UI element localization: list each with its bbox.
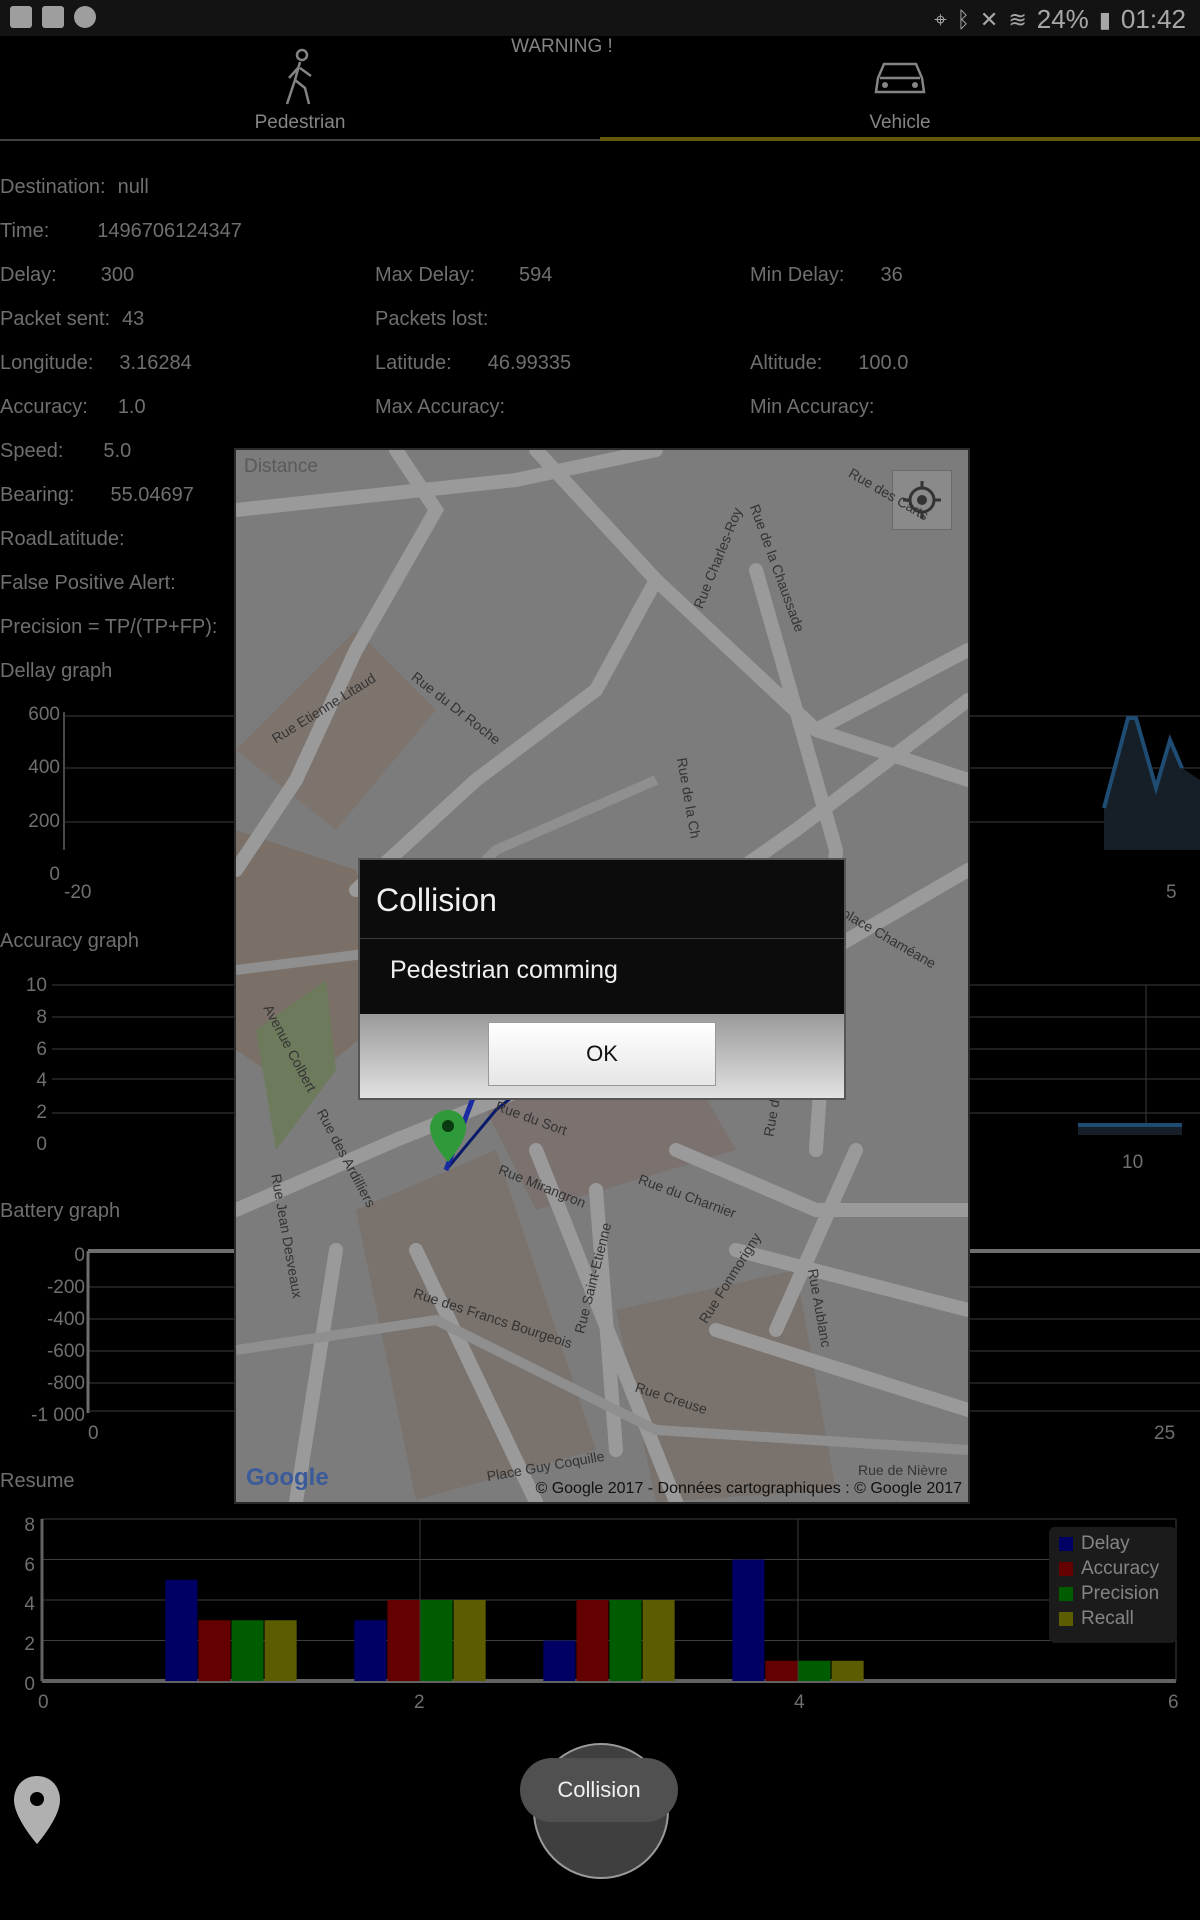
ok-button[interactable]: OK (488, 1022, 716, 1086)
collision-button[interactable]: Collision (520, 1758, 678, 1822)
map-copyright: © Google 2017 - Données cartographiques … (535, 1480, 962, 1497)
collision-dialog: Collision Pedestrian comming OK (358, 858, 846, 1100)
dialog-divider (360, 938, 844, 939)
location-pin-icon[interactable] (12, 1774, 62, 1846)
street-label: Rue de Nièvre (858, 1462, 948, 1478)
dialog-title: Collision (376, 882, 497, 918)
distance-label: Distance (244, 456, 318, 477)
google-logo: Google (246, 1464, 329, 1491)
current-location-marker-icon (430, 1110, 466, 1162)
dialog-button-bar: OK (360, 1014, 844, 1098)
dialog-message: Pedestrian comming (390, 956, 618, 984)
